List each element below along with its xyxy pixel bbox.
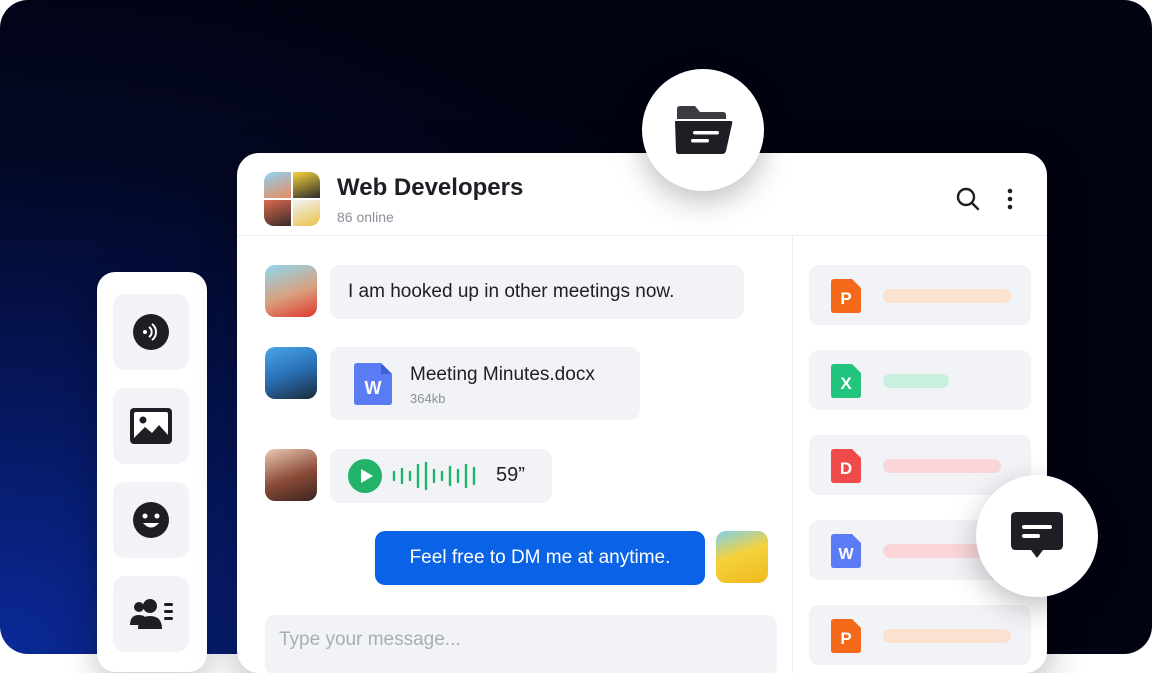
play-icon[interactable] xyxy=(348,459,382,493)
powerpoint-file-icon: P xyxy=(831,619,861,653)
chat-header: Web Developers 86 online xyxy=(237,153,1047,236)
voice-message: 59” xyxy=(330,449,552,503)
svg-text:W: W xyxy=(838,546,854,563)
image-button[interactable] xyxy=(113,388,189,464)
nfc-button[interactable] xyxy=(113,294,189,370)
shared-file[interactable]: X xyxy=(809,350,1031,410)
avatar[interactable] xyxy=(265,265,317,317)
folder-button[interactable] xyxy=(642,69,764,191)
file-size: 364kb xyxy=(410,391,446,406)
nfc-icon xyxy=(133,314,169,350)
contacts-button[interactable] xyxy=(113,576,189,652)
own-message-bubble: Feel free to DM me at anytime. xyxy=(375,531,705,585)
waveform-icon xyxy=(392,461,476,491)
file-name: Meeting Minutes.docx xyxy=(410,364,595,385)
chat-window: Web Developers 86 online I am hooked up … xyxy=(237,153,1047,673)
contacts-icon xyxy=(130,599,173,629)
svg-text:P: P xyxy=(840,629,851,648)
avatar[interactable] xyxy=(265,347,317,399)
shared-file[interactable]: P xyxy=(809,265,1031,325)
emoji-button[interactable] xyxy=(113,482,189,558)
message-icon xyxy=(1011,512,1063,558)
svg-text:W: W xyxy=(365,378,382,398)
shared-file[interactable]: D xyxy=(809,435,1031,495)
search-icon xyxy=(956,187,980,211)
group-avatar[interactable] xyxy=(264,172,320,226)
pdf-file-icon: D xyxy=(831,449,861,483)
more-vertical-icon xyxy=(1007,188,1013,210)
message-bubble: I am hooked up in other meetings now. xyxy=(330,265,744,319)
attachment-toolbar xyxy=(97,272,207,672)
word-file-icon: W xyxy=(831,534,861,568)
message-button[interactable] xyxy=(976,475,1098,597)
more-button[interactable] xyxy=(996,185,1024,213)
online-count: 86 online xyxy=(337,209,394,225)
message-input[interactable]: Type your message... xyxy=(265,615,777,673)
chat-title: Web Developers xyxy=(337,174,524,201)
svg-text:P: P xyxy=(840,289,851,308)
search-button[interactable] xyxy=(954,185,982,213)
svg-text:X: X xyxy=(840,374,852,393)
message-text: I am hooked up in other meetings now. xyxy=(348,281,675,302)
file-name-placeholder xyxy=(883,374,949,388)
svg-text:D: D xyxy=(840,459,852,478)
powerpoint-file-icon: P xyxy=(831,279,861,313)
avatar[interactable] xyxy=(265,449,317,501)
folder-icon xyxy=(675,106,733,154)
image-icon xyxy=(130,408,172,444)
avatar[interactable] xyxy=(716,531,768,583)
file-name-placeholder xyxy=(883,629,1011,643)
word-document-icon: W xyxy=(354,363,392,405)
panel-divider xyxy=(792,236,793,673)
file-name-placeholder xyxy=(883,459,1001,473)
file-message[interactable]: W Meeting Minutes.docx 364kb xyxy=(330,347,640,420)
file-name-placeholder xyxy=(883,289,1011,303)
shared-file[interactable]: P xyxy=(809,605,1031,665)
voice-duration: 59” xyxy=(496,464,525,486)
emoji-icon xyxy=(133,502,169,538)
message-text: Feel free to DM me at anytime. xyxy=(409,547,671,568)
excel-file-icon: X xyxy=(831,364,861,398)
